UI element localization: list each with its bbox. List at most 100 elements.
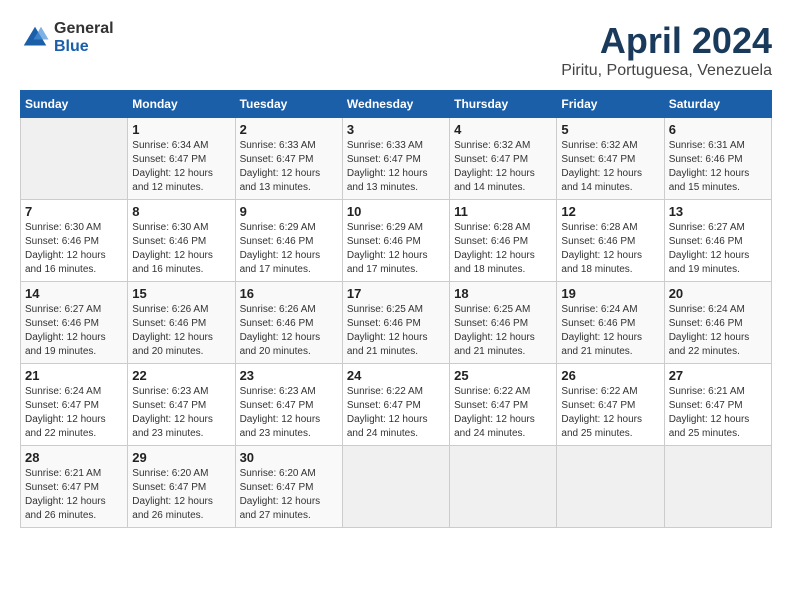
calendar-cell: 15 Sunrise: 6:26 AMSunset: 6:46 PMDayligh… <box>128 282 235 364</box>
calendar-cell <box>450 446 557 528</box>
dow-header-tuesday: Tuesday <box>235 91 342 118</box>
day-info: Sunrise: 6:33 AMSunset: 6:47 PMDaylight:… <box>240 139 338 195</box>
day-number: 23 <box>240 368 338 383</box>
day-info: Sunrise: 6:25 AMSunset: 6:46 PMDaylight:… <box>347 303 445 359</box>
day-number: 24 <box>347 368 445 383</box>
calendar-cell: 11 Sunrise: 6:28 AMSunset: 6:46 PMDayligh… <box>450 200 557 282</box>
calendar-cell: 27 Sunrise: 6:21 AMSunset: 6:47 PMDayligh… <box>664 364 771 446</box>
day-info: Sunrise: 6:26 AMSunset: 6:46 PMDaylight:… <box>240 303 338 359</box>
day-info: Sunrise: 6:28 AMSunset: 6:46 PMDaylight:… <box>561 221 659 277</box>
day-number: 28 <box>25 450 123 465</box>
day-info: Sunrise: 6:21 AMSunset: 6:47 PMDaylight:… <box>25 467 123 523</box>
day-number: 17 <box>347 286 445 301</box>
day-info: Sunrise: 6:21 AMSunset: 6:47 PMDaylight:… <box>669 385 767 441</box>
day-info: Sunrise: 6:29 AMSunset: 6:46 PMDaylight:… <box>240 221 338 277</box>
calendar-cell: 13 Sunrise: 6:27 AMSunset: 6:46 PMDayligh… <box>664 200 771 282</box>
calendar-cell: 24Sunrise: 6:22 AMSunset: 6:47 PMDayligh… <box>342 364 449 446</box>
day-info: Sunrise: 6:20 AMSunset: 6:47 PMDaylight:… <box>240 467 338 523</box>
day-info: Sunrise: 6:29 AMSunset: 6:46 PMDaylight:… <box>347 221 445 277</box>
dow-header-friday: Friday <box>557 91 664 118</box>
day-info: Sunrise: 6:22 AMSunset: 6:47 PMDaylight:… <box>454 385 552 441</box>
calendar-cell: 16 Sunrise: 6:26 AMSunset: 6:46 PMDayligh… <box>235 282 342 364</box>
day-number: 12 <box>561 204 659 219</box>
calendar-cell: 9 Sunrise: 6:29 AMSunset: 6:46 PMDaylight… <box>235 200 342 282</box>
day-info: Sunrise: 6:23 AMSunset: 6:47 PMDaylight:… <box>240 385 338 441</box>
calendar-cell: 5 Sunrise: 6:32 AMSunset: 6:47 PMDaylight… <box>557 118 664 200</box>
day-number: 6 <box>669 122 767 137</box>
day-info: Sunrise: 6:32 AMSunset: 6:47 PMDaylight:… <box>454 139 552 195</box>
day-number: 25 <box>454 368 552 383</box>
day-info: Sunrise: 6:20 AMSunset: 6:47 PMDaylight:… <box>132 467 230 523</box>
day-info: Sunrise: 6:30 AMSunset: 6:46 PMDaylight:… <box>132 221 230 277</box>
calendar-cell: 7Sunrise: 6:30 AMSunset: 6:46 PMDaylight… <box>21 200 128 282</box>
calendar-cell: 14Sunrise: 6:27 AMSunset: 6:46 PMDayligh… <box>21 282 128 364</box>
logo-blue-text: Blue <box>54 38 114 56</box>
calendar-body: 1 Sunrise: 6:34 AMSunset: 6:47 PMDaylight… <box>21 118 772 528</box>
day-number: 18 <box>454 286 552 301</box>
calendar-cell: 26 Sunrise: 6:22 AMSunset: 6:47 PMDayligh… <box>557 364 664 446</box>
day-info: Sunrise: 6:34 AMSunset: 6:47 PMDaylight:… <box>132 139 230 195</box>
day-info: Sunrise: 6:24 AMSunset: 6:46 PMDaylight:… <box>669 303 767 359</box>
day-number: 16 <box>240 286 338 301</box>
calendar-cell: 28 Sunrise: 6:21 AMSunset: 6:47 PMDayligh… <box>21 446 128 528</box>
day-number: 13 <box>669 204 767 219</box>
day-number: 21 <box>25 368 123 383</box>
dow-header-saturday: Saturday <box>664 91 771 118</box>
day-number: 30 <box>240 450 338 465</box>
day-info: Sunrise: 6:26 AMSunset: 6:46 PMDaylight:… <box>132 303 230 359</box>
calendar-cell: 20Sunrise: 6:24 AMSunset: 6:46 PMDayligh… <box>664 282 771 364</box>
week-row-4: 21 Sunrise: 6:24 AMSunset: 6:47 PMDayligh… <box>21 364 772 446</box>
day-number: 22 <box>132 368 230 383</box>
day-number: 9 <box>240 204 338 219</box>
logo-icon <box>20 23 50 53</box>
title-area: April 2024 Piritu, Portuguesa, Venezuela <box>561 20 772 80</box>
week-row-3: 14Sunrise: 6:27 AMSunset: 6:46 PMDayligh… <box>21 282 772 364</box>
calendar-cell: 1 Sunrise: 6:34 AMSunset: 6:47 PMDaylight… <box>128 118 235 200</box>
day-number: 15 <box>132 286 230 301</box>
calendar-subtitle: Piritu, Portuguesa, Venezuela <box>561 62 772 80</box>
calendar-title: April 2024 <box>561 20 772 62</box>
day-info: Sunrise: 6:31 AMSunset: 6:46 PMDaylight:… <box>669 139 767 195</box>
logo-general-text: General <box>54 20 114 38</box>
calendar-cell: 2 Sunrise: 6:33 AMSunset: 6:47 PMDaylight… <box>235 118 342 200</box>
header: General Blue April 2024 Piritu, Portugue… <box>20 20 772 80</box>
calendar-cell: 22Sunrise: 6:23 AMSunset: 6:47 PMDayligh… <box>128 364 235 446</box>
calendar-cell: 6 Sunrise: 6:31 AMSunset: 6:46 PMDaylight… <box>664 118 771 200</box>
calendar-cell: 21 Sunrise: 6:24 AMSunset: 6:47 PMDayligh… <box>21 364 128 446</box>
dow-header-monday: Monday <box>128 91 235 118</box>
day-number: 19 <box>561 286 659 301</box>
calendar-table: SundayMondayTuesdayWednesdayThursdayFrid… <box>20 90 772 528</box>
day-number: 11 <box>454 204 552 219</box>
calendar-cell: 10Sunrise: 6:29 AMSunset: 6:46 PMDayligh… <box>342 200 449 282</box>
day-number: 29 <box>132 450 230 465</box>
day-info: Sunrise: 6:25 AMSunset: 6:46 PMDaylight:… <box>454 303 552 359</box>
calendar-cell: 30 Sunrise: 6:20 AMSunset: 6:47 PMDayligh… <box>235 446 342 528</box>
days-of-week-row: SundayMondayTuesdayWednesdayThursdayFrid… <box>21 91 772 118</box>
dow-header-thursday: Thursday <box>450 91 557 118</box>
day-info: Sunrise: 6:28 AMSunset: 6:46 PMDaylight:… <box>454 221 552 277</box>
dow-header-wednesday: Wednesday <box>342 91 449 118</box>
day-info: Sunrise: 6:27 AMSunset: 6:46 PMDaylight:… <box>669 221 767 277</box>
calendar-cell <box>21 118 128 200</box>
day-number: 26 <box>561 368 659 383</box>
day-number: 27 <box>669 368 767 383</box>
calendar-cell: 3Sunrise: 6:33 AMSunset: 6:47 PMDaylight… <box>342 118 449 200</box>
calendar-cell: 12 Sunrise: 6:28 AMSunset: 6:46 PMDayligh… <box>557 200 664 282</box>
day-number: 7 <box>25 204 123 219</box>
day-number: 1 <box>132 122 230 137</box>
week-row-5: 28 Sunrise: 6:21 AMSunset: 6:47 PMDayligh… <box>21 446 772 528</box>
day-number: 5 <box>561 122 659 137</box>
day-info: Sunrise: 6:24 AMSunset: 6:46 PMDaylight:… <box>561 303 659 359</box>
calendar-cell: 25 Sunrise: 6:22 AMSunset: 6:47 PMDayligh… <box>450 364 557 446</box>
calendar-cell: 19 Sunrise: 6:24 AMSunset: 6:46 PMDayligh… <box>557 282 664 364</box>
day-info: Sunrise: 6:32 AMSunset: 6:47 PMDaylight:… <box>561 139 659 195</box>
calendar-cell: 8 Sunrise: 6:30 AMSunset: 6:46 PMDaylight… <box>128 200 235 282</box>
day-number: 14 <box>25 286 123 301</box>
day-number: 8 <box>132 204 230 219</box>
day-info: Sunrise: 6:22 AMSunset: 6:47 PMDaylight:… <box>561 385 659 441</box>
day-info: Sunrise: 6:33 AMSunset: 6:47 PMDaylight:… <box>347 139 445 195</box>
day-number: 2 <box>240 122 338 137</box>
day-info: Sunrise: 6:24 AMSunset: 6:47 PMDaylight:… <box>25 385 123 441</box>
calendar-cell: 29 Sunrise: 6:20 AMSunset: 6:47 PMDayligh… <box>128 446 235 528</box>
week-row-2: 7 Sunrise: 6:30 AMSunset: 6:46 PMDaylight… <box>21 200 772 282</box>
